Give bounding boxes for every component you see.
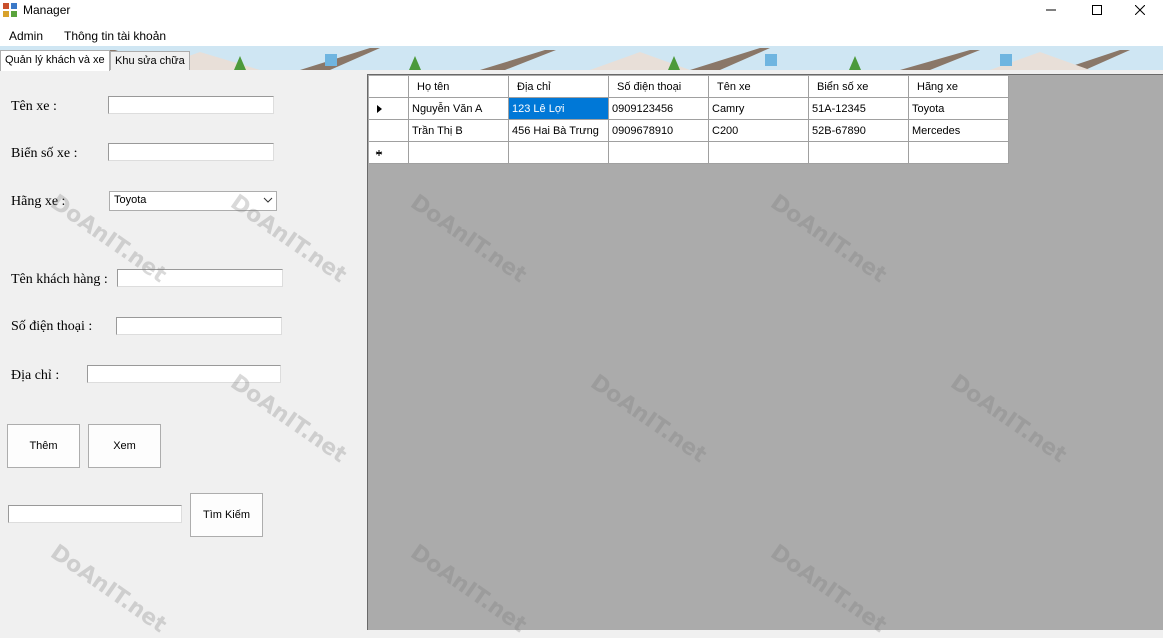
brand-select[interactable]: Toyota: [109, 191, 277, 211]
minimize-icon: [1046, 9, 1056, 11]
maximize-button[interactable]: [1074, 0, 1120, 20]
window-title: Manager: [23, 3, 71, 17]
search-input[interactable]: [8, 505, 182, 523]
grid-cell[interactable]: [909, 142, 1009, 164]
maximize-icon: [1092, 5, 1102, 15]
column-header-car-name[interactable]: Tên xe: [709, 76, 809, 98]
grid-cell[interactable]: [709, 142, 809, 164]
grid-cell[interactable]: 51A-12345: [809, 98, 909, 120]
grid-cell[interactable]: Trần Thị B: [409, 120, 509, 142]
grid-cell[interactable]: 456 Hai Bà Trưng: [509, 120, 609, 142]
grid-corner: [369, 76, 409, 98]
menu-item-account[interactable]: Thông tin tài khoản: [64, 29, 166, 43]
close-icon: [1135, 5, 1145, 15]
grid-cell[interactable]: Toyota: [909, 98, 1009, 120]
brand-select-value: Toyota: [114, 194, 147, 206]
grid-cell-selected[interactable]: 123 Lê Lợi: [509, 98, 609, 120]
column-header-plate[interactable]: Biển số xe: [809, 76, 909, 98]
customer-name-label: Tên khách hàng :: [11, 272, 108, 287]
customer-name-input[interactable]: [117, 269, 283, 287]
close-button[interactable]: [1117, 0, 1163, 20]
grid-cell[interactable]: C200: [709, 120, 809, 142]
view-button[interactable]: Xem: [88, 424, 161, 468]
car-name-input[interactable]: [108, 96, 274, 114]
plate-label: Biển số xe :: [11, 146, 78, 161]
row-header[interactable]: [369, 142, 409, 164]
menu-item-admin[interactable]: Admin: [9, 29, 43, 43]
grid-cell[interactable]: [809, 142, 909, 164]
address-label: Địa chỉ :: [11, 368, 60, 383]
grid-cell[interactable]: [509, 142, 609, 164]
minimize-button[interactable]: [1028, 0, 1074, 20]
column-header-address[interactable]: Địa chỉ: [509, 76, 609, 98]
column-header-brand[interactable]: Hãng xe: [909, 76, 1009, 98]
add-button[interactable]: Thêm: [7, 424, 80, 468]
menu-bar: Admin Thông tin tài khoản: [0, 24, 1163, 46]
new-row-asterisk-icon: [375, 150, 383, 156]
plate-input[interactable]: [108, 143, 274, 161]
data-grid-panel: Họ tên Địa chỉ Số điện thoại Tên xe Biển…: [367, 74, 1163, 630]
grid-cell[interactable]: Camry: [709, 98, 809, 120]
row-header[interactable]: [369, 120, 409, 142]
title-bar: Manager: [0, 0, 1163, 24]
car-name-label: Tên xe :: [11, 99, 57, 114]
column-header-phone[interactable]: Số điện thoại: [609, 76, 709, 98]
column-header-name[interactable]: Họ tên: [409, 76, 509, 98]
grid-cell[interactable]: 0909678910: [609, 120, 709, 142]
current-row-icon: [377, 105, 382, 113]
brand-label: Hãng xe :: [11, 194, 66, 209]
phone-label: Số điện thoại :: [11, 319, 93, 334]
grid-cell[interactable]: [609, 142, 709, 164]
tab-repair-area[interactable]: Khu sửa chữa: [110, 51, 190, 70]
grid-cell[interactable]: Nguyễn Văn A: [409, 98, 509, 120]
watermark: DoAnIT.net: [45, 540, 171, 638]
watermark: DoAnIT.net: [225, 370, 351, 469]
app-icon: [3, 3, 17, 17]
phone-input[interactable]: [116, 317, 282, 335]
grid-cell[interactable]: Mercedes: [909, 120, 1009, 142]
grid-cell[interactable]: 0909123456: [609, 98, 709, 120]
grid-cell[interactable]: [409, 142, 509, 164]
grid-cell[interactable]: 52B-67890: [809, 120, 909, 142]
address-input[interactable]: [87, 365, 281, 383]
row-header[interactable]: [369, 98, 409, 120]
chevron-down-icon: [263, 195, 273, 208]
search-button[interactable]: Tìm Kiếm: [190, 493, 263, 537]
tab-customer-vehicle[interactable]: Quản lý khách và xe: [0, 50, 110, 71]
